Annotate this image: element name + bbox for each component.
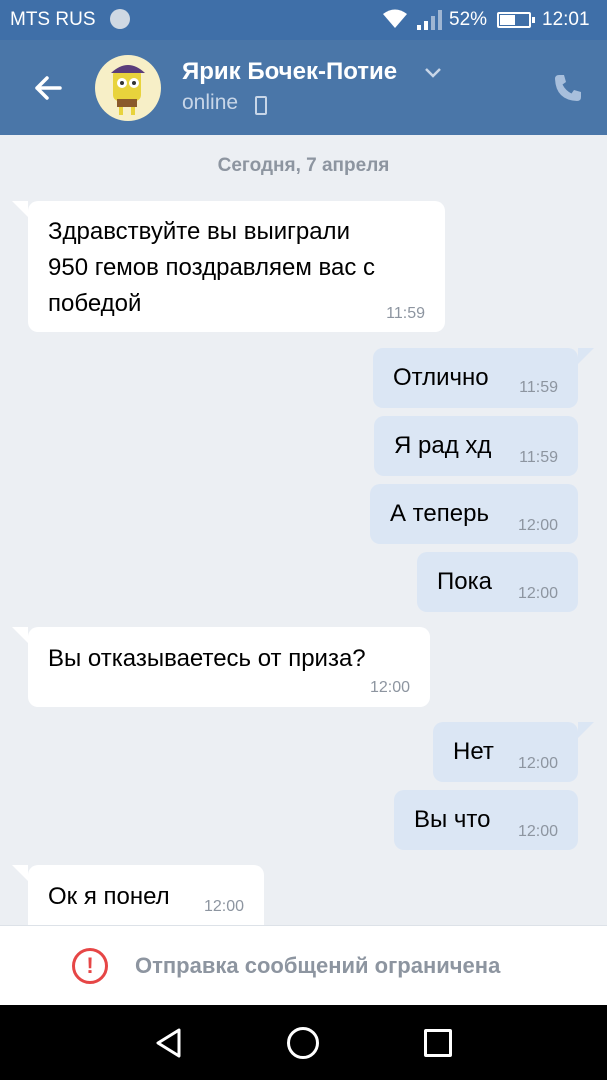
nav-recents-icon[interactable] (424, 1029, 452, 1057)
message-outgoing[interactable]: Нет 12:00 (433, 722, 578, 782)
system-nav-bar (0, 1005, 607, 1080)
message-time: 11:59 (519, 449, 558, 466)
message-outgoing[interactable]: Пока 12:00 (417, 552, 578, 612)
message-text: Вы что (414, 806, 491, 833)
message-text: Я рад хд (394, 432, 492, 459)
chevron-down-icon[interactable] (424, 67, 442, 79)
battery-level-fill (500, 15, 515, 25)
message-time: 12:00 (517, 517, 558, 534)
message-outgoing[interactable]: А теперь 12:00 (370, 484, 578, 544)
bubble-tail (578, 348, 594, 364)
status-time: 12:01 (542, 9, 590, 30)
nav-back-icon[interactable] (153, 1027, 185, 1059)
message-line: 950 гемов поздравляем вас с (48, 254, 376, 281)
message-line: победой (48, 290, 142, 317)
message-outgoing[interactable]: Отлично 11:59 (373, 348, 578, 408)
back-arrow-icon[interactable] (30, 70, 66, 106)
nav-home-icon[interactable] (287, 1027, 319, 1059)
message-time: 12:00 (517, 585, 558, 602)
bubble-tail (12, 865, 28, 881)
status-bar: MTS RUS 52% 12:01 (0, 0, 607, 40)
message-text: Вы отказываетесь от приза? (48, 645, 366, 672)
battery-percent: 52% (449, 9, 488, 30)
message-time: 12:00 (203, 898, 244, 915)
bubble-tail (12, 201, 28, 217)
message-text: Нет (453, 738, 494, 765)
message-time: 11:59 (386, 305, 425, 322)
message-text: Пока (437, 568, 492, 595)
contact-name[interactable]: Ярик Бочек-Потие (182, 58, 397, 86)
carrier-name: MTS RUS (10, 9, 96, 30)
message-outgoing[interactable]: Я рад хд 11:59 (374, 416, 578, 476)
wifi-icon (383, 9, 407, 28)
call-icon[interactable] (552, 72, 584, 104)
mobile-phone-icon (255, 96, 267, 115)
message-text: Здравствуйте вы выиграли 950 гемов поздр… (48, 214, 375, 322)
message-time: 12:00 (517, 823, 558, 840)
message-outgoing[interactable]: Вы что 12:00 (394, 790, 578, 850)
warning-icon: ! (72, 948, 108, 984)
message-incoming[interactable]: Здравствуйте вы выиграли 950 гемов поздр… (28, 201, 445, 332)
message-restriction-bar: ! Отправка сообщений ограничена (0, 925, 607, 1005)
message-text: Ок я понел (48, 883, 170, 910)
message-time: 12:00 (369, 679, 410, 696)
carrier-avatar-icon (110, 9, 130, 29)
battery-icon (497, 12, 535, 28)
avatar-image (111, 65, 145, 115)
signal-icon (417, 10, 442, 30)
message-text: А теперь (390, 500, 489, 527)
message-text: Отлично (393, 364, 489, 391)
avatar[interactable] (95, 55, 161, 121)
bubble-tail (578, 722, 594, 738)
message-line: Здравствуйте вы выиграли (48, 218, 350, 245)
message-time: 11:59 (519, 379, 558, 396)
restriction-text: Отправка сообщений ограничена (135, 953, 501, 978)
message-time: 12:00 (517, 755, 558, 772)
message-incoming[interactable]: Вы отказываетесь от приза? 12:00 (28, 627, 430, 707)
date-separator: Сегодня, 7 апреля (217, 155, 390, 176)
chat-header: Ярик Бочек-Потие online (0, 40, 607, 135)
contact-status: online (182, 91, 239, 114)
bubble-tail (12, 627, 28, 643)
